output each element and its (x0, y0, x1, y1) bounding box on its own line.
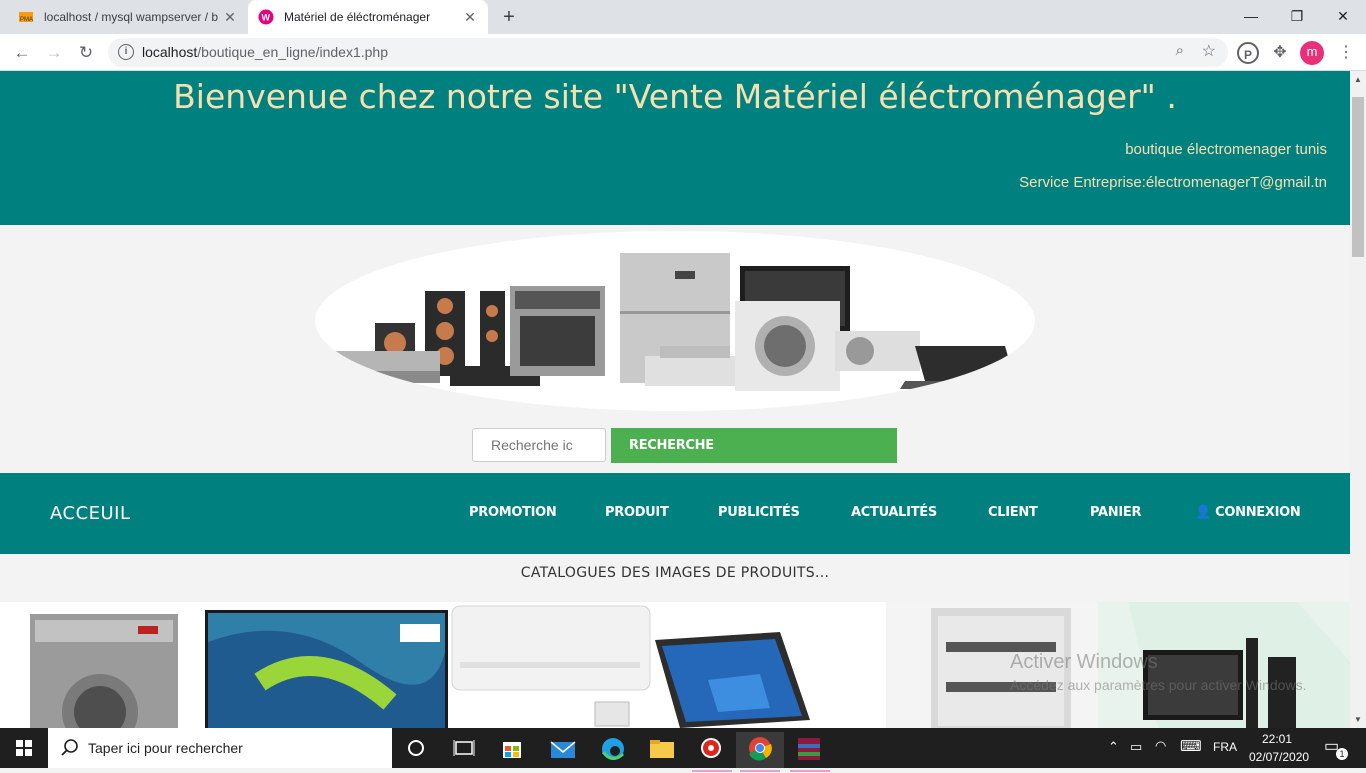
activate-windows-title: Activer Windows (1010, 651, 1158, 673)
svg-text:PMA: PMA (20, 17, 33, 23)
reload-button[interactable]: ↻ (72, 39, 100, 67)
connexion-label: CONNEXION (1215, 505, 1301, 520)
nav-home-link[interactable]: ACCEUIL (50, 503, 131, 524)
app-icon-red[interactable] (688, 732, 736, 772)
user-icon: 👤 (1195, 505, 1211, 520)
close-window-button[interactable]: ✕ (1320, 0, 1366, 34)
nav-client[interactable]: CLIENT (988, 505, 1038, 520)
tab-title: Matériel de éléctroménager (284, 10, 431, 24)
contact-email: Service Entreprise:électromenagerT@gmail… (1019, 174, 1327, 191)
taskbar-search-box[interactable]: Taper ici pour rechercher (48, 728, 392, 768)
page-scrollbar[interactable]: ▲ ▼ (1350, 71, 1366, 728)
nav-actualites[interactable]: ACTUALITÉS (851, 505, 937, 520)
clock-date[interactable]: 02/07/2020 (1249, 750, 1309, 764)
zoom-icon[interactable]: ⌕ (1176, 42, 1184, 59)
restore-button[interactable]: ❐ (1274, 0, 1320, 34)
start-button[interactable] (0, 728, 48, 768)
scrollbar-thumb[interactable] (1352, 97, 1364, 257)
svg-text:W: W (262, 13, 271, 23)
url-text: localhost/boutique_en_ligne/index1.php (142, 44, 388, 60)
minimize-button[interactable]: — (1228, 0, 1274, 34)
winrar-icon[interactable] (786, 732, 834, 772)
product-image-tv[interactable] (200, 602, 450, 728)
page-viewport: Bienvenue chez notre site "Vente Matérie… (0, 71, 1350, 728)
appliances-banner-image (315, 231, 1035, 411)
nav-panier[interactable]: PANIER (1090, 505, 1142, 520)
url-path: /boutique_en_ligne/index1.php (197, 44, 388, 60)
site-info-icon[interactable]: i (118, 44, 134, 60)
search-button[interactable]: RECHERCHE (611, 428, 897, 463)
bookmark-star-icon[interactable]: ☆ (1202, 41, 1216, 61)
file-explorer-icon[interactable] (638, 732, 686, 768)
shop-subtitle: boutique électromenager tunis (1125, 141, 1327, 158)
nav-connexion[interactable]: 👤 CONNEXION (1195, 505, 1301, 520)
search-icon (61, 739, 78, 756)
browser-tabstrip: PMA localhost / mysql wampserver / b ✕ W… (0, 0, 1366, 34)
page-title: Bienvenue chez notre site "Vente Matérie… (173, 77, 1177, 116)
scroll-down-icon[interactable]: ▼ (1354, 715, 1362, 724)
windows-taskbar: Taper ici pour rechercher ⌃ ▭ ◠ ⌨ FRA 22… (0, 728, 1366, 772)
nav-produit[interactable]: PRODUIT (605, 505, 669, 520)
taskbar-search-label: Taper ici pour rechercher (88, 740, 243, 756)
tab-title: localhost / mysql wampserver / b (44, 10, 219, 24)
activate-windows-subtitle: Accédez aux paramètres pour activer Wind… (1010, 677, 1307, 693)
tray-chevron-icon[interactable]: ⌃ (1108, 739, 1119, 755)
browser-toolbar: ← → ↻ i localhost/boutique_en_ligne/inde… (0, 34, 1366, 71)
tab-phpmyadmin[interactable]: PMA localhost / mysql wampserver / b ✕ (8, 0, 248, 34)
new-tab-button[interactable]: + (498, 6, 520, 28)
mail-icon[interactable] (538, 732, 586, 768)
keyboard-icon[interactable]: ⌨ (1180, 737, 1202, 755)
task-view-icon[interactable] (440, 732, 488, 768)
extensions-puzzle-icon[interactable]: ✥ (1269, 42, 1291, 64)
notification-count-badge: 1 (1336, 748, 1348, 760)
store-icon[interactable] (488, 732, 536, 768)
windows-logo-icon (16, 740, 32, 756)
search-input[interactable] (472, 428, 606, 462)
cortana-icon[interactable] (392, 732, 440, 768)
input-language[interactable]: FRA (1213, 740, 1237, 754)
battery-icon[interactable]: ▭ (1130, 739, 1142, 755)
profile-avatar[interactable]: m (1300, 41, 1324, 65)
wamp-icon: W (258, 9, 274, 25)
hero-header: Bienvenue chez notre site "Vente Matérie… (0, 71, 1350, 225)
tab-electromenager[interactable]: W Matériel de éléctroménager ✕ (248, 0, 488, 34)
chrome-menu-icon[interactable]: ⋮ (1336, 42, 1356, 64)
back-button[interactable]: ← (8, 39, 36, 67)
close-tab-icon[interactable]: ✕ (222, 9, 238, 26)
url-host: localhost (142, 44, 198, 60)
address-bar[interactable]: i localhost/boutique_en_ligne/index1.php… (108, 38, 1228, 67)
nav-publicites[interactable]: PUBLICITÉS (718, 505, 800, 520)
product-image-washing-machine[interactable] (0, 602, 200, 728)
wifi-icon[interactable]: ◠ (1155, 738, 1166, 754)
forward-button[interactable]: → (40, 39, 68, 67)
pinterest-extension-icon[interactable]: P (1237, 42, 1259, 64)
close-tab-icon[interactable]: ✕ (462, 9, 478, 26)
nav-promotion[interactable]: PROMOTION (469, 505, 557, 520)
scroll-up-icon[interactable]: ▲ (1354, 75, 1362, 84)
phpmyadmin-icon: PMA (19, 12, 33, 23)
edge-icon[interactable] (588, 732, 636, 768)
clock-time[interactable]: 22:01 (1262, 732, 1292, 746)
product-image-ac-laptop[interactable] (450, 602, 886, 728)
catalog-heading: CATALOGUES DES IMAGES DE PRODUITS... (520, 565, 830, 581)
main-navbar: ACCEUIL PROMOTION PRODUIT PUBLICITÉS ACT… (0, 473, 1350, 554)
chrome-taskbar-icon[interactable] (736, 732, 784, 772)
